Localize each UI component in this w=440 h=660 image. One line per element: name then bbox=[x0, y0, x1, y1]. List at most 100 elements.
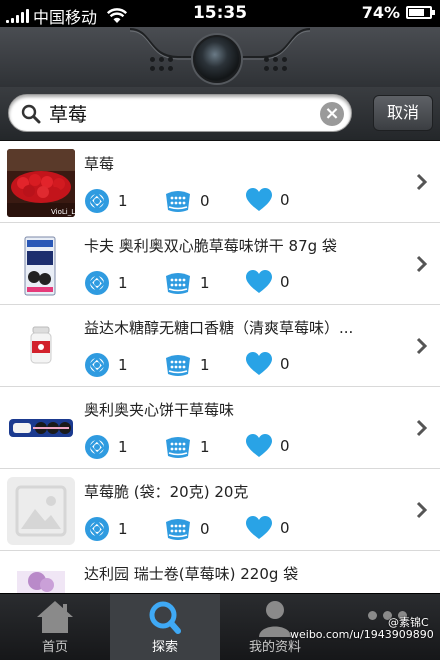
chevron-right-icon[interactable] bbox=[416, 419, 428, 437]
item-stat-count: 1 bbox=[200, 274, 210, 292]
item-stat-count: 0 bbox=[280, 355, 290, 373]
item-stat-count: 0 bbox=[280, 437, 290, 455]
swiss-roll-photo bbox=[7, 559, 75, 593]
list-item[interactable]: 达利园 瑞士卷(草莓味) 220g 袋 bbox=[0, 551, 440, 593]
item-title: 草莓脆 (袋：20克) 20克 bbox=[84, 483, 249, 501]
tab-profile[interactable]: 我的资料 bbox=[220, 594, 330, 660]
status-bar: 中国移动 15:35 74% bbox=[0, 0, 440, 27]
item-stat-3[interactable]: 0 bbox=[246, 352, 290, 376]
home-icon bbox=[37, 601, 73, 633]
item-stat-1[interactable]: 1 bbox=[84, 434, 128, 460]
item-stat-2[interactable]: 0 bbox=[164, 516, 210, 542]
clear-search-icon[interactable]: × bbox=[320, 102, 344, 126]
oreo-bag-photo bbox=[7, 231, 75, 299]
chevron-right-icon[interactable] bbox=[416, 173, 428, 191]
camera-lens-icon[interactable] bbox=[193, 35, 241, 83]
item-stat-3[interactable]: 0 bbox=[246, 516, 290, 540]
item-thumbnail bbox=[7, 395, 75, 463]
item-stat-count: 1 bbox=[118, 274, 128, 292]
speaker-dots-left bbox=[150, 57, 173, 71]
tab-home-label: 首页 bbox=[41, 640, 68, 655]
item-thumbnail bbox=[7, 313, 75, 381]
cancel-button[interactable]: 取消 bbox=[373, 95, 433, 131]
item-stat-count: 1 bbox=[118, 356, 128, 374]
chevron-right-icon[interactable] bbox=[416, 337, 428, 355]
aperture-icon bbox=[85, 271, 109, 295]
item-stat-count: 1 bbox=[118, 520, 128, 538]
search-icon bbox=[149, 601, 181, 634]
item-stat-count: 1 bbox=[118, 438, 128, 456]
heart-icon bbox=[246, 516, 272, 539]
item-stat-2[interactable]: 1 bbox=[164, 352, 210, 378]
heart-icon bbox=[246, 434, 272, 457]
item-stat-2[interactable]: 1 bbox=[164, 434, 210, 460]
strawberry-photo: VioLi_Li bbox=[7, 149, 75, 217]
app-header bbox=[0, 27, 440, 87]
aperture-icon bbox=[85, 435, 109, 459]
gum-bottle-photo bbox=[7, 313, 75, 381]
item-stat-2[interactable]: 0 bbox=[164, 188, 210, 214]
battery-icon bbox=[406, 6, 435, 19]
item-stat-count: 0 bbox=[280, 191, 290, 209]
chevron-right-icon[interactable] bbox=[416, 255, 428, 273]
item-title: 草莓 bbox=[84, 155, 115, 173]
item-stat-2[interactable]: 1 bbox=[164, 270, 210, 296]
item-thumbnail bbox=[7, 231, 75, 299]
item-thumbnail bbox=[7, 477, 75, 545]
heart-icon bbox=[246, 270, 272, 293]
item-title: 奥利奥夹心饼干草莓味 bbox=[84, 401, 235, 419]
aperture-icon bbox=[85, 189, 109, 213]
item-stat-count: 1 bbox=[200, 438, 210, 456]
list-item[interactable]: 卡夫 奥利奥双心脆草莓味饼干 87g 袋 1 1 0 bbox=[0, 223, 440, 305]
result-list: VioLi_Li 草莓 1 0 0 卡夫 奥利奥双心脆草莓味饼干 87g 袋 1 1 0 益达木糖… bbox=[0, 141, 440, 593]
oreo-pack-photo bbox=[7, 395, 75, 463]
tab-explore[interactable]: 探索 bbox=[110, 594, 220, 660]
item-stat-1[interactable]: 1 bbox=[84, 270, 128, 296]
basket-icon bbox=[166, 355, 190, 376]
search-icon bbox=[21, 104, 41, 124]
watermark-handle: @素锦C bbox=[388, 616, 429, 629]
item-title: 达利园 瑞士卷(草莓味) 220g 袋 bbox=[84, 565, 299, 583]
item-stat-3[interactable]: 0 bbox=[246, 270, 290, 294]
profile-icon bbox=[259, 601, 291, 637]
basket-icon bbox=[166, 519, 190, 540]
aperture-icon bbox=[85, 353, 109, 377]
basket-icon bbox=[166, 437, 190, 458]
aperture-icon bbox=[85, 517, 109, 541]
search-bar: × 取消 bbox=[0, 87, 440, 141]
search-input[interactable] bbox=[49, 99, 309, 127]
list-item[interactable]: 益达木糖醇无糖口香糖（清爽草莓味）... 1 1 0 bbox=[0, 305, 440, 387]
watermark: @素锦C weibo.com/u/1943909890 bbox=[290, 616, 434, 641]
list-item[interactable]: 奥利奥夹心饼干草莓味 1 1 0 bbox=[0, 387, 440, 469]
item-stat-count: 0 bbox=[200, 192, 210, 210]
thumb-watermark: VioLi_Li bbox=[51, 208, 75, 216]
item-stat-1[interactable]: 1 bbox=[84, 352, 128, 378]
tab-bar: 首页 探索 我的资料 bbox=[0, 593, 440, 660]
tab-home[interactable]: 首页 bbox=[0, 594, 110, 660]
heart-icon bbox=[246, 188, 272, 211]
item-stat-3[interactable]: 0 bbox=[246, 188, 290, 212]
basket-icon bbox=[166, 273, 190, 294]
list-item[interactable]: VioLi_Li 草莓 1 0 0 bbox=[0, 141, 440, 223]
battery-percent: 74% bbox=[361, 3, 400, 22]
search-box[interactable]: × bbox=[8, 94, 352, 132]
placeholder-image-icon bbox=[7, 477, 75, 545]
heart-icon bbox=[246, 352, 272, 375]
item-stat-count: 1 bbox=[200, 356, 210, 374]
item-stat-count: 1 bbox=[118, 192, 128, 210]
item-thumbnail bbox=[7, 559, 75, 593]
basket-icon bbox=[166, 191, 190, 212]
item-stat-count: 0 bbox=[280, 273, 290, 291]
tab-explore-label: 探索 bbox=[151, 640, 178, 655]
item-stat-1[interactable]: 1 bbox=[84, 188, 128, 214]
chevron-right-icon[interactable] bbox=[416, 501, 428, 519]
list-item[interactable]: 草莓脆 (袋：20克) 20克 1 0 0 bbox=[0, 469, 440, 551]
item-thumbnail: VioLi_Li bbox=[7, 149, 75, 217]
item-stat-count: 0 bbox=[280, 519, 290, 537]
item-title: 卡夫 奥利奥双心脆草莓味饼干 87g 袋 bbox=[84, 237, 337, 255]
speaker-dots-right bbox=[264, 57, 287, 71]
item-title: 益达木糖醇无糖口香糖（清爽草莓味）... bbox=[84, 319, 354, 337]
item-stat-3[interactable]: 0 bbox=[246, 434, 290, 458]
item-stat-count: 0 bbox=[200, 520, 210, 538]
item-stat-1[interactable]: 1 bbox=[84, 516, 128, 542]
